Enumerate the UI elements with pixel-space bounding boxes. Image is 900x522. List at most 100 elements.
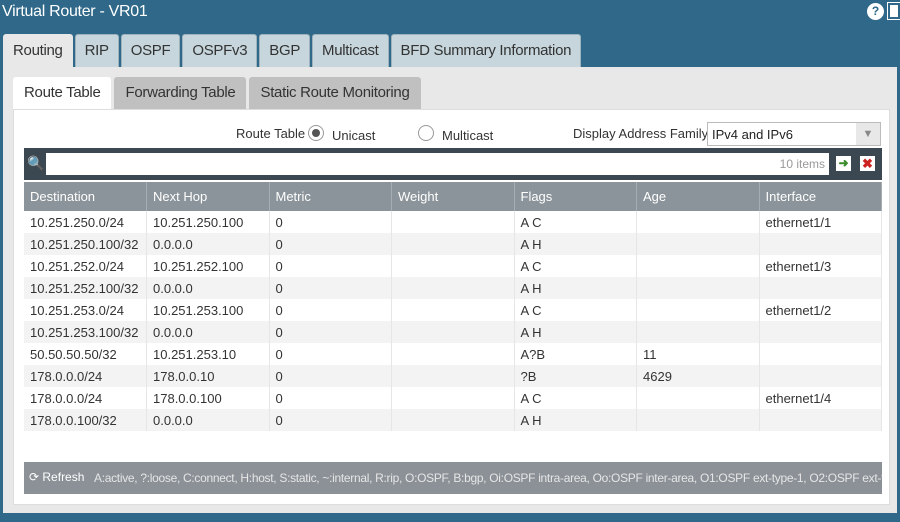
subtab-forwarding-table[interactable]: Forwarding Table: [114, 77, 247, 110]
table-cell: 10.251.252.100/32: [24, 277, 147, 299]
table-cell: A H: [514, 277, 637, 299]
column-header-weight[interactable]: Weight: [391, 182, 515, 211]
routing-panel: Route Table Forwarding Table Static Route …: [3, 67, 897, 513]
table-cell: [391, 299, 515, 321]
table-cell: 0: [269, 321, 392, 343]
table-cell: 0: [269, 255, 392, 277]
table-cell: ?B: [514, 365, 637, 387]
route-table: Destination Next Hop Metric Weight Flags Age I…: [24, 182, 882, 431]
subtab-route-table[interactable]: Route Table: [13, 77, 112, 110]
table-cell: 10.251.253.10: [146, 343, 270, 365]
table-cell: 0: [269, 343, 392, 365]
table-cell: 4629: [636, 365, 760, 387]
column-header-flags[interactable]: Flags: [514, 182, 637, 211]
table-cell: [636, 299, 760, 321]
table-cell: ethernet1/3: [759, 255, 882, 277]
table-cell: 178.0.0.0/24: [24, 365, 147, 387]
table-cell: 0: [269, 387, 392, 409]
table-row[interactable]: 10.251.253.0/24 10.251.253.100 0 A C etherne…: [24, 299, 882, 321]
table-cell: [636, 409, 760, 431]
item-count: 10 items: [779, 157, 825, 171]
table-cell: A H: [514, 233, 637, 255]
table-cell: 10.251.252.100: [146, 255, 270, 277]
table-cell: 0.0.0.0: [146, 277, 270, 299]
table-cell: 178.0.0.10: [146, 365, 270, 387]
chevron-down-icon[interactable]: ▼: [856, 123, 880, 145]
table-row[interactable]: 10.251.252.100/32 0.0.0.0 0 A H: [24, 277, 882, 299]
table-cell: [391, 255, 515, 277]
multicast-radio[interactable]: [418, 125, 434, 141]
help-icon[interactable]: ?: [867, 3, 884, 20]
table-cell: 0: [269, 365, 392, 387]
table-cell: 10.251.250.0/24: [24, 211, 147, 233]
table-cell: 10.251.253.0/24: [24, 299, 147, 321]
maximize-icon[interactable]: [887, 2, 900, 20]
table-row[interactable]: 10.251.250.0/24 10.251.250.100 0 A C etherne…: [24, 211, 882, 233]
table-row[interactable]: 178.0.0.0/24 178.0.0.10 0 ?B 4629: [24, 365, 882, 387]
table-cell: [759, 321, 882, 343]
table-row[interactable]: 10.251.253.100/32 0.0.0.0 0 A H: [24, 321, 882, 343]
flags-legend: A:active, ?:loose, C:connect, H:host, S:…: [94, 471, 882, 485]
table-cell: ethernet1/1: [759, 211, 882, 233]
footer-bar: ⟳ Refresh A:active, ?:loose, C:connect, …: [24, 462, 882, 494]
column-header-metric[interactable]: Metric: [269, 182, 392, 211]
table-cell: [759, 233, 882, 255]
refresh-button[interactable]: ⟳ Refresh: [29, 470, 84, 484]
tab-ospfv3[interactable]: OSPFv3: [182, 34, 258, 67]
unicast-radio[interactable]: [308, 125, 324, 141]
table-cell: [636, 233, 760, 255]
table-cell: 50.50.50.50/32: [24, 343, 147, 365]
address-family-select[interactable]: IPv4 and IPv6 ▼: [707, 122, 881, 146]
table-cell: [391, 211, 515, 233]
table-cell: ethernet1/4: [759, 387, 882, 409]
apply-filter-icon[interactable]: ➜: [836, 156, 851, 171]
table-cell: 0: [269, 211, 392, 233]
subtab-static-route-monitoring[interactable]: Static Route Monitoring: [249, 77, 421, 110]
column-header-next-hop[interactable]: Next Hop: [146, 182, 270, 211]
table-cell: 11: [636, 343, 760, 365]
column-header-destination[interactable]: Destination: [24, 182, 147, 211]
column-header-interface[interactable]: Interface: [759, 182, 882, 211]
table-row[interactable]: 50.50.50.50/32 10.251.253.10 0 A?B 11: [24, 343, 882, 365]
address-family-label: Display Address Family: [573, 126, 709, 141]
tab-routing[interactable]: Routing: [3, 34, 73, 67]
route-table-label: Route Table: [236, 126, 306, 141]
table-cell: 0: [269, 409, 392, 431]
table-cell: 0.0.0.0: [146, 321, 270, 343]
table-cell: [391, 321, 515, 343]
table-cell: [759, 409, 882, 431]
table-cell: A H: [514, 321, 637, 343]
table-row[interactable]: 10.251.250.100/32 0.0.0.0 0 A H: [24, 233, 882, 255]
table-cell: 0.0.0.0: [146, 233, 270, 255]
table-cell: 10.251.250.100/32: [24, 233, 147, 255]
table-cell: 0: [269, 277, 392, 299]
tab-ospf[interactable]: OSPF: [120, 34, 181, 67]
table-cell: 10.251.250.100: [146, 211, 270, 233]
table-cell: [391, 387, 515, 409]
search-bar: 🔍 10 items ➜ ✖: [24, 148, 882, 180]
table-cell: [759, 365, 882, 387]
table-cell: ethernet1/2: [759, 299, 882, 321]
tab-multicast[interactable]: Multicast: [312, 34, 389, 67]
table-cell: 0.0.0.0: [146, 409, 270, 431]
refresh-icon: ⟳: [29, 470, 43, 484]
table-cell: A?B: [514, 343, 637, 365]
table-cell: A C: [514, 211, 637, 233]
table-row[interactable]: 10.251.252.0/24 10.251.252.100 0 A C etherne…: [24, 255, 882, 277]
table-row[interactable]: 178.0.0.100/32 0.0.0.0 0 A H: [24, 409, 882, 431]
column-header-age[interactable]: Age: [636, 182, 760, 211]
table-cell: [391, 409, 515, 431]
tab-rip[interactable]: RIP: [74, 34, 119, 67]
tab-bfd-summary-information[interactable]: BFD Summary Information: [390, 34, 582, 67]
table-cell: A C: [514, 387, 637, 409]
unicast-label: Unicast: [332, 128, 376, 143]
clear-filter-icon[interactable]: ✖: [860, 156, 875, 171]
table-cell: A H: [514, 409, 637, 431]
search-input[interactable]: 10 items: [46, 153, 829, 175]
table-cell: [391, 365, 515, 387]
tab-bgp[interactable]: BGP: [259, 34, 311, 67]
table-cell: [636, 387, 760, 409]
table-cell: [636, 277, 760, 299]
table-row[interactable]: 178.0.0.0/24 178.0.0.100 0 A C ethernet1/4: [24, 387, 882, 409]
table-cell: [391, 277, 515, 299]
